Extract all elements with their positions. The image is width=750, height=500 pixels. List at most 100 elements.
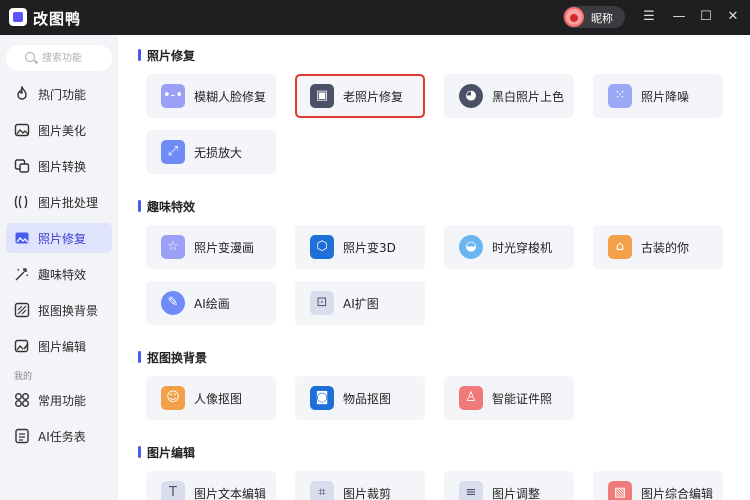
card-bw-colorize[interactable]: ◕ 黑白照片上色 bbox=[444, 74, 574, 118]
menu-icon[interactable]: ☰ bbox=[640, 8, 658, 26]
card-label: AI扩图 bbox=[343, 297, 379, 311]
card-label: 图片裁剪 bbox=[343, 487, 392, 500]
sidebar-item-label: 抠图换背景 bbox=[38, 304, 99, 318]
maximize-icon[interactable]: ☐ bbox=[697, 8, 715, 26]
card-label: 古装的你 bbox=[641, 241, 690, 255]
card-id-photo[interactable]: ♙ 智能证件照 bbox=[444, 376, 574, 420]
search-icon bbox=[25, 52, 35, 62]
id-photo-icon: ♙ bbox=[459, 386, 483, 410]
sidebar-item-label: 常用功能 bbox=[38, 394, 87, 408]
sidebar-item-label: 图片编辑 bbox=[38, 340, 87, 354]
card-photo-to-3d[interactable]: ⬡ 照片变3D bbox=[295, 225, 425, 269]
card-image-text-edit[interactable]: T 图片文本编辑 bbox=[146, 471, 276, 500]
main-content: 照片修复 •-• 模糊人脸修复 ▣ 老照片修复 ◕ 黑白照片上色 ⁙ 照片降噪 … bbox=[118, 35, 750, 500]
search-box[interactable] bbox=[6, 45, 112, 71]
photo-repair-icon bbox=[15, 232, 29, 244]
ufo-icon: ◒ bbox=[459, 235, 483, 259]
minimize-icon[interactable]: — bbox=[670, 8, 688, 26]
app-logo-icon bbox=[9, 8, 27, 26]
sidebar-item-label: 照片修复 bbox=[38, 232, 87, 246]
card-label: 图片调整 bbox=[492, 487, 541, 500]
card-label: 时光穿梭机 bbox=[492, 241, 553, 255]
denoise-icon: ⁙ bbox=[608, 84, 632, 108]
sidebar-item-label: 图片转换 bbox=[38, 160, 87, 174]
text-edit-icon: T bbox=[161, 481, 185, 500]
cutout-icon bbox=[14, 302, 30, 318]
card-blur-face-repair[interactable]: •-• 模糊人脸修复 bbox=[146, 74, 276, 118]
sidebar-item-hot[interactable]: 热门功能 bbox=[6, 79, 112, 109]
card-label: 黑白照片上色 bbox=[492, 90, 565, 104]
sidebar-item-convert[interactable]: 图片转换 bbox=[6, 151, 112, 181]
card-ai-expand[interactable]: ⊡ AI扩图 bbox=[295, 281, 425, 325]
convert-icon bbox=[14, 159, 30, 173]
card-lossless-upscale[interactable]: ⤢ 无损放大 bbox=[146, 130, 276, 174]
avatar[interactable] bbox=[564, 7, 584, 27]
card-image-crop[interactable]: ⌗ 图片裁剪 bbox=[295, 471, 425, 500]
user-name[interactable]: 昵称 bbox=[591, 10, 613, 26]
sidebar-section-mine: 我的 bbox=[14, 372, 33, 382]
close-icon[interactable]: ✕ bbox=[724, 8, 742, 26]
sidebar-item-label: 热门功能 bbox=[38, 88, 87, 102]
card-old-photo-repair[interactable]: ▣ 老照片修复 bbox=[295, 74, 425, 118]
card-label: 图片文本编辑 bbox=[194, 487, 267, 500]
portrait-cutout-icon: ☺ bbox=[161, 386, 185, 410]
magic-wand-icon bbox=[15, 268, 29, 281]
card-label: 模糊人脸修复 bbox=[194, 90, 267, 104]
crop-icon: ⌗ bbox=[310, 481, 334, 500]
sidebar-item-label: 图片批处理 bbox=[38, 196, 99, 210]
card-label: 照片降噪 bbox=[641, 90, 690, 104]
sidebar-item-favorites[interactable]: 常用功能 bbox=[6, 385, 112, 415]
card-label: 智能证件照 bbox=[492, 392, 553, 406]
card-object-cutout[interactable]: ◙ 物品抠图 bbox=[295, 376, 425, 420]
comic-icon: ☆ bbox=[161, 235, 185, 259]
sliders-icon: ≡ bbox=[459, 481, 483, 500]
expand-frame-icon: ⊡ bbox=[310, 291, 334, 315]
ai-palette-icon: ✎ bbox=[161, 291, 185, 315]
card-portrait-cutout[interactable]: ☺ 人像抠图 bbox=[146, 376, 276, 420]
composite-edit-icon: ▧ bbox=[608, 481, 632, 500]
sidebar-item-photo-repair[interactable]: 照片修复 bbox=[6, 223, 112, 253]
cube-icon: ⬡ bbox=[310, 235, 334, 259]
card-label: 物品抠图 bbox=[343, 392, 392, 406]
card-label: 照片变漫画 bbox=[194, 241, 255, 255]
face-repair-icon: •-• bbox=[161, 84, 185, 108]
card-time-machine[interactable]: ◒ 时光穿梭机 bbox=[444, 225, 574, 269]
sidebar-item-batch[interactable]: 图片批处理 bbox=[6, 187, 112, 217]
card-label: 无损放大 bbox=[194, 146, 243, 160]
image-beautify-icon bbox=[14, 123, 30, 137]
card-label: 人像抠图 bbox=[194, 392, 243, 406]
section-title-effects: 趣味特效 bbox=[138, 198, 195, 215]
section-title-photo-repair: 照片修复 bbox=[138, 47, 195, 64]
search-input[interactable] bbox=[42, 50, 106, 66]
sidebar-item-cutout[interactable]: 抠图换背景 bbox=[6, 295, 112, 325]
card-label: AI绘画 bbox=[194, 297, 230, 311]
task-list-icon bbox=[15, 428, 29, 444]
sidebar-item-ai-tasks[interactable]: AI任务表 bbox=[6, 421, 112, 451]
card-ancient-costume[interactable]: ⌂ 古装的你 bbox=[593, 225, 723, 269]
sidebar-item-edit[interactable]: 图片编辑 bbox=[6, 331, 112, 361]
card-image-adjust[interactable]: ≡ 图片调整 bbox=[444, 471, 574, 500]
card-label: 老照片修复 bbox=[343, 90, 404, 104]
grid-icon bbox=[15, 393, 29, 407]
card-photo-to-comic[interactable]: ☆ 照片变漫画 bbox=[146, 225, 276, 269]
title-bar: 改图鸭 昵称 ☰ — ☐ ✕ bbox=[0, 0, 750, 35]
palette-icon: ◕ bbox=[459, 84, 483, 108]
app-title: 改图鸭 bbox=[33, 10, 82, 28]
sidebar-item-label: AI任务表 bbox=[38, 430, 86, 444]
card-label: 照片变3D bbox=[343, 241, 396, 255]
card-denoise[interactable]: ⁙ 照片降噪 bbox=[593, 74, 723, 118]
card-image-composite-edit[interactable]: ▧ 图片综合编辑 bbox=[593, 471, 723, 500]
sidebar-item-beautify[interactable]: 图片美化 bbox=[6, 115, 112, 145]
sidebar-item-effects[interactable]: 趣味特效 bbox=[6, 259, 112, 289]
sidebar: 热门功能 图片美化 图片转换 图片批处理 照片修复 趣味特效 抠图换背景 图片 bbox=[0, 35, 118, 500]
old-photo-icon: ▣ bbox=[310, 84, 334, 108]
card-ai-painting[interactable]: ✎ AI绘画 bbox=[146, 281, 276, 325]
batch-icon bbox=[14, 195, 28, 209]
user-chip[interactable]: 昵称 bbox=[563, 6, 625, 28]
card-label: 图片综合编辑 bbox=[641, 487, 714, 500]
image-edit-icon bbox=[14, 339, 29, 353]
section-title-cutout: 抠图换背景 bbox=[138, 349, 207, 366]
upscale-icon: ⤢ bbox=[161, 140, 185, 164]
sidebar-item-label: 图片美化 bbox=[38, 124, 87, 138]
pagoda-icon: ⌂ bbox=[608, 235, 632, 259]
